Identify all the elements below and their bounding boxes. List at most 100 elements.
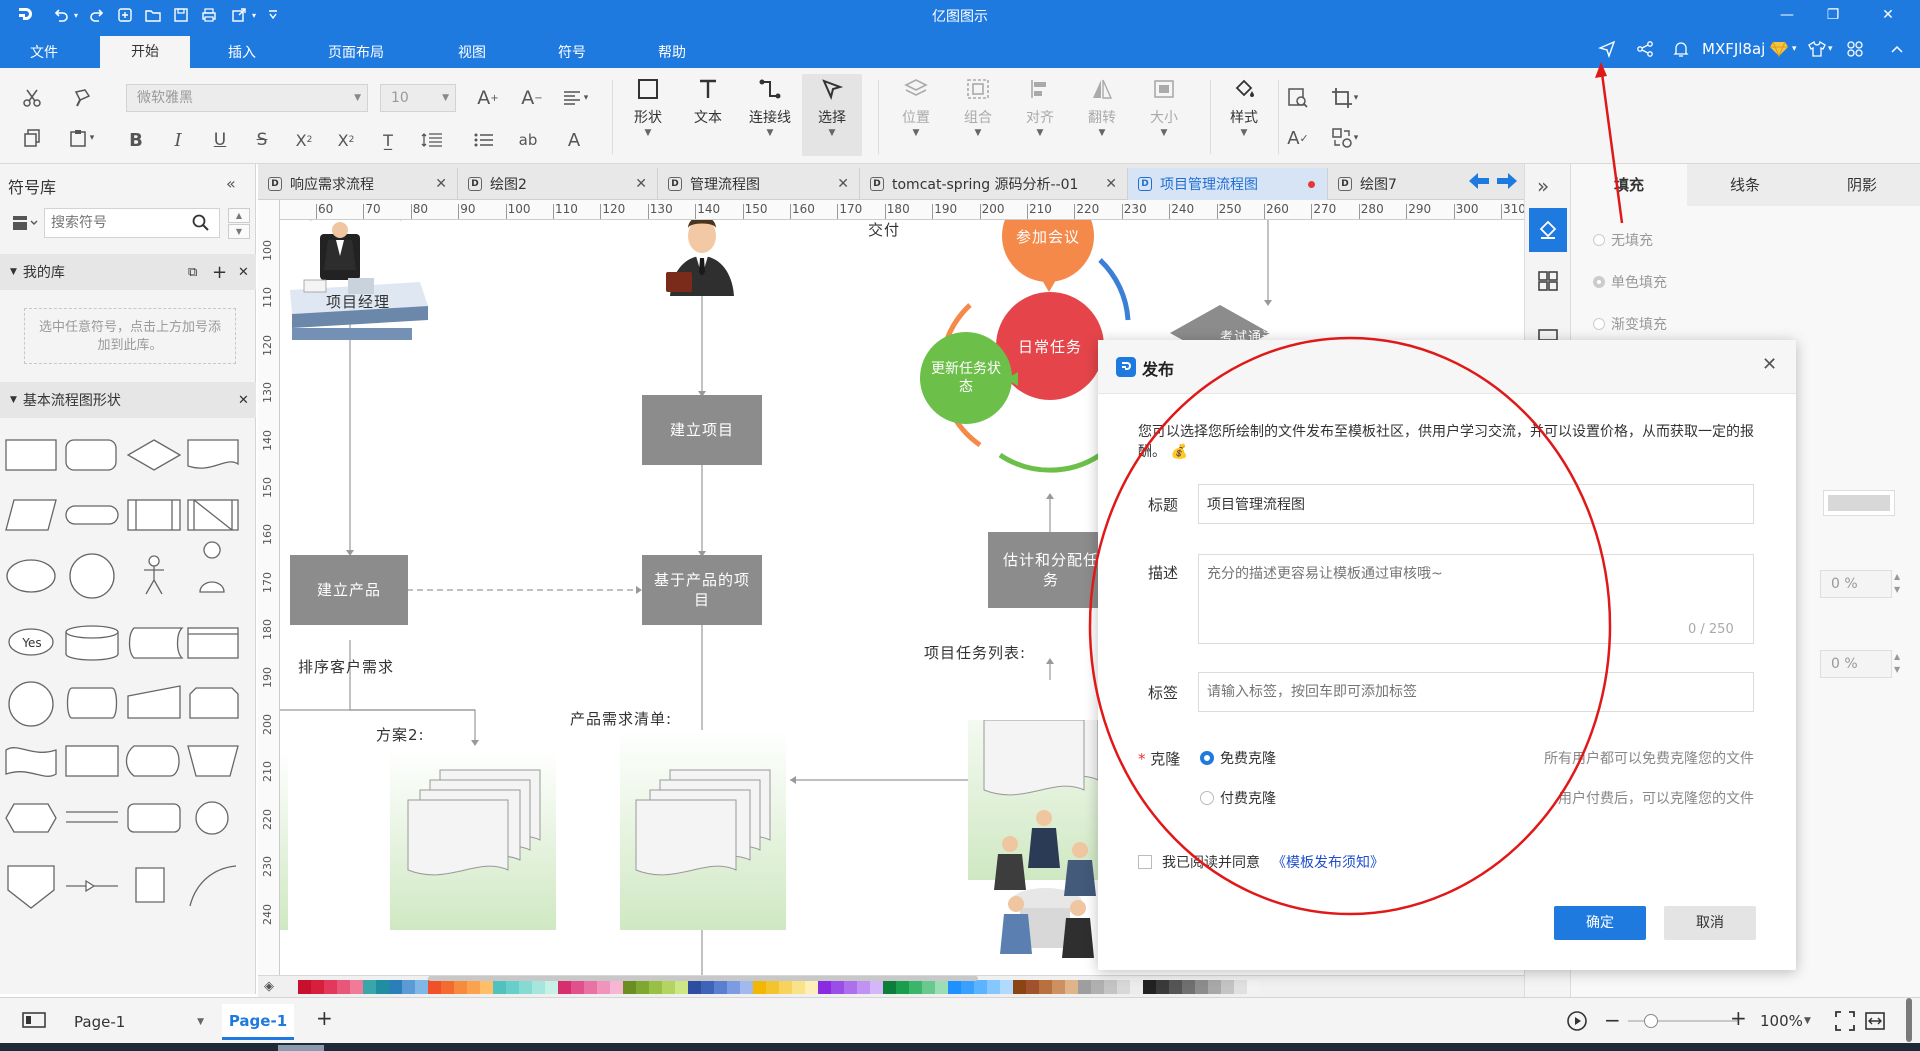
font-size-select[interactable]: 10 ▼ bbox=[380, 84, 456, 112]
doc-tab-active[interactable]: D 项目管理流程图 bbox=[1128, 168, 1328, 200]
task-list-label[interactable]: 项目任务列表: bbox=[924, 642, 1026, 663]
circle-daily-task[interactable]: 日常任务 bbox=[996, 292, 1104, 400]
color-swatch[interactable] bbox=[1052, 980, 1065, 994]
export-dropdown-icon[interactable]: ▾ bbox=[248, 4, 260, 26]
color-swatch[interactable] bbox=[1013, 980, 1026, 994]
publish-icon[interactable] bbox=[1598, 38, 1616, 60]
color-swatch[interactable] bbox=[532, 980, 545, 994]
color-swatch[interactable] bbox=[818, 980, 831, 994]
image-panel-icon[interactable] bbox=[1537, 328, 1559, 340]
color-swatch[interactable] bbox=[1130, 980, 1143, 994]
flow-box-create-product[interactable]: 建立产品 bbox=[290, 555, 408, 625]
color-swatch[interactable] bbox=[376, 980, 389, 994]
transparency-stepper[interactable]: ▲ ▼ bbox=[1894, 570, 1900, 596]
select-tool-button[interactable]: 选择 ▼ bbox=[802, 74, 862, 156]
skin-dropdown-icon[interactable]: ▾ bbox=[1828, 38, 1833, 60]
new-file-icon[interactable] bbox=[114, 4, 136, 26]
flow-box-product-based-project[interactable]: 基于产品的项目 bbox=[642, 555, 762, 625]
zoom-level[interactable]: 100% bbox=[1760, 1012, 1803, 1030]
deliver-label[interactable]: 交付 bbox=[868, 220, 900, 240]
color-swatch[interactable] bbox=[1182, 980, 1195, 994]
doc-tab[interactable]: D 绘图7 bbox=[1328, 168, 1456, 200]
search-icon[interactable] bbox=[192, 214, 210, 232]
close-tab-icon[interactable]: ✕ bbox=[1105, 176, 1117, 192]
color-swatch[interactable] bbox=[805, 980, 818, 994]
color-swatch[interactable] bbox=[558, 980, 571, 994]
play-icon[interactable] bbox=[1566, 1010, 1588, 1032]
color-swatch[interactable] bbox=[415, 980, 428, 994]
color-swatch[interactable] bbox=[857, 980, 870, 994]
color-swatch[interactable] bbox=[1221, 980, 1234, 994]
share-icon[interactable] bbox=[1636, 38, 1654, 60]
italic-icon[interactable]: I bbox=[166, 128, 190, 152]
color-swatch[interactable] bbox=[363, 980, 376, 994]
publish-terms-link[interactable]: 《模板发布须知》 bbox=[1272, 852, 1384, 872]
color-swatch[interactable] bbox=[909, 980, 922, 994]
close-library-icon[interactable]: ✕ bbox=[238, 265, 249, 280]
close-tab-icon[interactable]: ✕ bbox=[837, 176, 849, 192]
color-swatch[interactable] bbox=[545, 980, 558, 994]
color-swatch[interactable] bbox=[584, 980, 597, 994]
color-swatch[interactable] bbox=[454, 980, 467, 994]
doc-tab[interactable]: D 绘图2 ✕ bbox=[458, 168, 658, 200]
group-button[interactable]: 组合 ▼ bbox=[950, 74, 1006, 156]
redo-icon[interactable] bbox=[86, 4, 108, 26]
color-swatch[interactable] bbox=[870, 980, 883, 994]
sort-needs-label[interactable]: 排序客户需求 bbox=[298, 656, 394, 677]
skin-shirt-icon[interactable] bbox=[1808, 38, 1826, 60]
text-case-icon[interactable]: T̲ bbox=[376, 128, 400, 152]
minimize-button[interactable]: — bbox=[1764, 0, 1810, 30]
crop-dropdown-icon[interactable]: ▾ bbox=[1350, 86, 1362, 110]
paid-clone-option[interactable]: 付费克隆 bbox=[1200, 788, 1276, 808]
menu-tab-help[interactable]: 帮助 bbox=[630, 38, 714, 68]
color-swatch[interactable] bbox=[792, 980, 805, 994]
format-painter-icon[interactable] bbox=[70, 86, 94, 110]
style-button[interactable]: 样式 ▼ bbox=[1216, 74, 1272, 156]
doc-tab[interactable]: D 管理流程图 ✕ bbox=[658, 168, 860, 200]
zoom-out-icon[interactable]: − bbox=[1604, 1008, 1621, 1032]
menu-tab-file[interactable]: 文件 bbox=[0, 38, 88, 68]
color-swatch[interactable] bbox=[675, 980, 688, 994]
color-swatch[interactable] bbox=[467, 980, 480, 994]
free-clone-option[interactable]: 免费克隆 bbox=[1200, 748, 1276, 768]
color-swatch[interactable] bbox=[428, 980, 441, 994]
color-swatch[interactable] bbox=[350, 980, 363, 994]
color-swatch[interactable] bbox=[298, 980, 311, 994]
restore-button[interactable]: ❐ bbox=[1810, 0, 1856, 30]
page-panel-icon[interactable] bbox=[22, 1012, 46, 1028]
agree-checkbox[interactable] bbox=[1138, 855, 1152, 869]
font-family-select[interactable]: 微软雅黑 ▼ bbox=[126, 84, 368, 112]
fill-color-swatch[interactable] bbox=[1823, 490, 1895, 516]
color-swatch[interactable] bbox=[1195, 980, 1208, 994]
cut-icon[interactable] bbox=[20, 86, 44, 110]
color-swatch[interactable] bbox=[948, 980, 961, 994]
color-swatch[interactable] bbox=[1026, 980, 1039, 994]
text-tool-button[interactable]: 文本 bbox=[680, 74, 736, 156]
zoom-slider-handle[interactable] bbox=[1644, 1014, 1658, 1028]
color-swatch[interactable] bbox=[961, 980, 974, 994]
spell-check-icon[interactable]: A ✓ bbox=[1286, 126, 1310, 150]
bell-icon[interactable] bbox=[1672, 38, 1690, 60]
close-window-button[interactable]: ✕ bbox=[1856, 0, 1920, 30]
color-swatch[interactable] bbox=[1000, 980, 1013, 994]
color-swatch[interactable] bbox=[324, 980, 337, 994]
no-fill-option[interactable]: 无填充 bbox=[1593, 230, 1653, 250]
increase-font-icon[interactable]: A + bbox=[476, 86, 500, 110]
zoom-in-icon[interactable]: + bbox=[1730, 1006, 1747, 1030]
color-swatch[interactable] bbox=[311, 980, 324, 994]
bullet-list-icon[interactable] bbox=[472, 128, 496, 152]
color-swatch[interactable] bbox=[987, 980, 1000, 994]
library-menu-icon[interactable] bbox=[12, 210, 42, 236]
undo-icon[interactable] bbox=[50, 4, 72, 26]
add-to-library-icon[interactable]: + bbox=[212, 262, 227, 283]
color-swatch[interactable] bbox=[1117, 980, 1130, 994]
color-swatch[interactable] bbox=[649, 980, 662, 994]
paste-dropdown-icon[interactable]: ▾ bbox=[86, 126, 98, 150]
close-tab-icon[interactable]: ✕ bbox=[635, 176, 647, 192]
scroll-up-button[interactable]: ▲ bbox=[228, 208, 250, 223]
circle-update-status[interactable]: 更新任务状态 bbox=[920, 332, 1012, 424]
shade-stepper[interactable]: ▲ ▼ bbox=[1894, 650, 1900, 676]
project-manager-label[interactable]: 项目经理 bbox=[326, 291, 390, 312]
find-replace-icon[interactable] bbox=[1286, 86, 1310, 110]
color-swatch[interactable] bbox=[844, 980, 857, 994]
